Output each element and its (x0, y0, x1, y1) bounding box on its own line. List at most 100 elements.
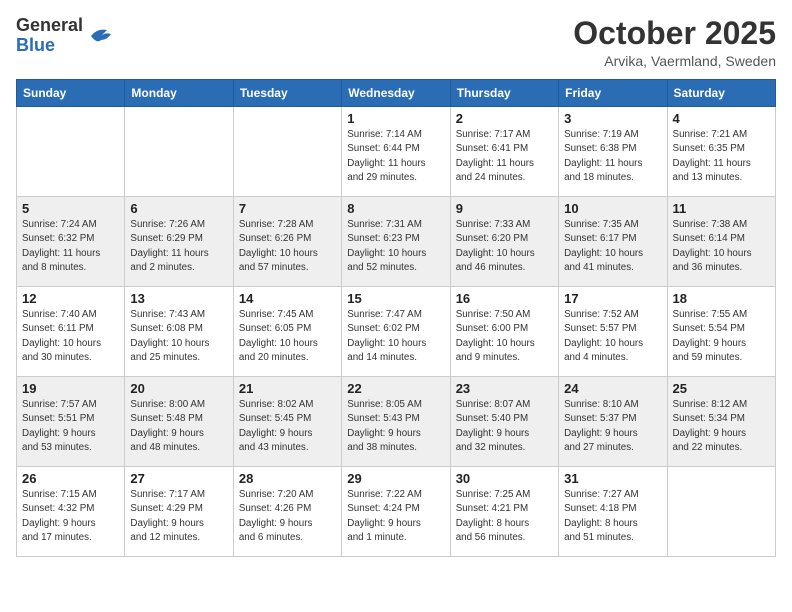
header-thursday: Thursday (450, 80, 558, 107)
day-number: 3 (564, 111, 661, 126)
day-info: Sunrise: 8:10 AM Sunset: 5:37 PM Dayligh… (564, 398, 661, 455)
day-info: Sunrise: 7:40 AM Sunset: 6:11 PM Dayligh… (22, 308, 119, 365)
day-info: Sunrise: 7:33 AM Sunset: 6:20 PM Dayligh… (456, 218, 553, 275)
day-info: Sunrise: 7:50 AM Sunset: 6:00 PM Dayligh… (456, 308, 553, 365)
calendar-cell: 23 Sunrise: 8:07 AM Sunset: 5:40 PM Dayli… (450, 377, 558, 467)
day-number: 16 (456, 291, 553, 306)
day-number: 13 (130, 291, 227, 306)
calendar-cell: 31Sunrise: 7:27 AM Sunset: 4:18 PM Dayli… (559, 467, 667, 557)
day-number: 1 (347, 111, 444, 126)
day-info: Sunrise: 7:28 AM Sunset: 6:26 PM Dayligh… (239, 218, 336, 275)
day-info: Sunrise: 7:17 AM Sunset: 6:41 PM Dayligh… (456, 128, 553, 185)
day-number: 5 (22, 201, 119, 216)
calendar-cell: 11 Sunrise: 7:38 AM Sunset: 6:14 PM Dayli… (667, 197, 775, 287)
day-number: 19 (22, 381, 119, 396)
day-number: 24 (564, 381, 661, 396)
day-number: 12 (22, 291, 119, 306)
calendar-cell: 13 Sunrise: 7:43 AM Sunset: 6:08 PM Dayli… (125, 287, 233, 377)
logo-general-text: General (16, 15, 83, 35)
day-number: 21 (239, 381, 336, 396)
calendar-cell: 8 Sunrise: 7:31 AM Sunset: 6:23 PM Daylig… (342, 197, 450, 287)
day-number: 7 (239, 201, 336, 216)
day-info: Sunrise: 7:22 AM Sunset: 4:24 PM Dayligh… (347, 488, 444, 545)
calendar-cell: 20Sunrise: 8:00 AM Sunset: 5:48 PM Dayli… (125, 377, 233, 467)
day-info: Sunrise: 7:31 AM Sunset: 6:23 PM Dayligh… (347, 218, 444, 275)
header-tuesday: Tuesday (233, 80, 341, 107)
calendar-week-row: 26Sunrise: 7:15 AM Sunset: 4:32 PM Dayli… (17, 467, 776, 557)
calendar-cell: 29 Sunrise: 7:22 AM Sunset: 4:24 PM Dayli… (342, 467, 450, 557)
day-info: Sunrise: 7:55 AM Sunset: 5:54 PM Dayligh… (673, 308, 770, 365)
header-friday: Friday (559, 80, 667, 107)
day-number: 6 (130, 201, 227, 216)
day-number: 26 (22, 471, 119, 486)
day-info: Sunrise: 7:52 AM Sunset: 5:57 PM Dayligh… (564, 308, 661, 365)
day-info: Sunrise: 8:02 AM Sunset: 5:45 PM Dayligh… (239, 398, 336, 455)
calendar-cell: 7 Sunrise: 7:28 AM Sunset: 6:26 PM Daylig… (233, 197, 341, 287)
day-number: 15 (347, 291, 444, 306)
logo: General Blue (16, 16, 115, 56)
calendar-cell: 3 Sunrise: 7:19 AM Sunset: 6:38 PM Daylig… (559, 107, 667, 197)
day-info: Sunrise: 7:19 AM Sunset: 6:38 PM Dayligh… (564, 128, 661, 185)
calendar-cell: 28Sunrise: 7:20 AM Sunset: 4:26 PM Dayli… (233, 467, 341, 557)
calendar-cell (667, 467, 775, 557)
logo-bird-icon (87, 26, 115, 46)
day-info: Sunrise: 7:24 AM Sunset: 6:32 PM Dayligh… (22, 218, 119, 275)
calendar-cell: 15Sunrise: 7:47 AM Sunset: 6:02 PM Dayli… (342, 287, 450, 377)
calendar-week-row: 12 Sunrise: 7:40 AM Sunset: 6:11 PM Dayli… (17, 287, 776, 377)
day-number: 22 (347, 381, 444, 396)
calendar-cell: 30 Sunrise: 7:25 AM Sunset: 4:21 PM Dayli… (450, 467, 558, 557)
day-number: 29 (347, 471, 444, 486)
day-info: Sunrise: 7:57 AM Sunset: 5:51 PM Dayligh… (22, 398, 119, 455)
calendar-cell: 22 Sunrise: 8:05 AM Sunset: 5:43 PM Dayli… (342, 377, 450, 467)
day-number: 9 (456, 201, 553, 216)
calendar-title: October 2025 (573, 16, 776, 51)
day-number: 8 (347, 201, 444, 216)
calendar-cell: 18 Sunrise: 7:55 AM Sunset: 5:54 PM Dayli… (667, 287, 775, 377)
day-info: Sunrise: 7:45 AM Sunset: 6:05 PM Dayligh… (239, 308, 336, 365)
calendar-cell: 9 Sunrise: 7:33 AM Sunset: 6:20 PM Daylig… (450, 197, 558, 287)
day-number: 31 (564, 471, 661, 486)
title-block: October 2025 Arvika, Vaermland, Sweden (573, 16, 776, 69)
calendar-cell: 17 Sunrise: 7:52 AM Sunset: 5:57 PM Dayli… (559, 287, 667, 377)
day-number: 23 (456, 381, 553, 396)
calendar-cell: 14 Sunrise: 7:45 AM Sunset: 6:05 PM Dayli… (233, 287, 341, 377)
day-number: 14 (239, 291, 336, 306)
calendar-cell: 19 Sunrise: 7:57 AM Sunset: 5:51 PM Dayli… (17, 377, 125, 467)
day-number: 27 (130, 471, 227, 486)
day-number: 11 (673, 201, 770, 216)
day-info: Sunrise: 8:05 AM Sunset: 5:43 PM Dayligh… (347, 398, 444, 455)
day-info: Sunrise: 7:38 AM Sunset: 6:14 PM Dayligh… (673, 218, 770, 275)
day-info: Sunrise: 8:07 AM Sunset: 5:40 PM Dayligh… (456, 398, 553, 455)
calendar-cell: 21 Sunrise: 8:02 AM Sunset: 5:45 PM Dayli… (233, 377, 341, 467)
day-number: 4 (673, 111, 770, 126)
calendar-week-row: 5 Sunrise: 7:24 AM Sunset: 6:32 PM Daylig… (17, 197, 776, 287)
day-number: 2 (456, 111, 553, 126)
day-info: Sunrise: 7:43 AM Sunset: 6:08 PM Dayligh… (130, 308, 227, 365)
day-info: Sunrise: 8:00 AM Sunset: 5:48 PM Dayligh… (130, 398, 227, 455)
calendar-cell: 24 Sunrise: 8:10 AM Sunset: 5:37 PM Dayli… (559, 377, 667, 467)
day-info: Sunrise: 7:25 AM Sunset: 4:21 PM Dayligh… (456, 488, 553, 545)
calendar-table: Sunday Monday Tuesday Wednesday Thursday… (16, 79, 776, 557)
calendar-cell: 10Sunrise: 7:35 AM Sunset: 6:17 PM Dayli… (559, 197, 667, 287)
day-number: 28 (239, 471, 336, 486)
calendar-cell: 4 Sunrise: 7:21 AM Sunset: 6:35 PM Daylig… (667, 107, 775, 197)
day-info: Sunrise: 8:12 AM Sunset: 5:34 PM Dayligh… (673, 398, 770, 455)
day-number: 25 (673, 381, 770, 396)
calendar-week-row: 19 Sunrise: 7:57 AM Sunset: 5:51 PM Dayli… (17, 377, 776, 467)
page-header: General Blue October 2025 Arvika, Vaerml… (16, 16, 776, 69)
header-sunday: Sunday (17, 80, 125, 107)
day-info: Sunrise: 7:14 AM Sunset: 6:44 PM Dayligh… (347, 128, 444, 185)
calendar-cell (233, 107, 341, 197)
calendar-cell: 26Sunrise: 7:15 AM Sunset: 4:32 PM Dayli… (17, 467, 125, 557)
day-number: 30 (456, 471, 553, 486)
day-info: Sunrise: 7:21 AM Sunset: 6:35 PM Dayligh… (673, 128, 770, 185)
calendar-cell: 5 Sunrise: 7:24 AM Sunset: 6:32 PM Daylig… (17, 197, 125, 287)
day-info: Sunrise: 7:26 AM Sunset: 6:29 PM Dayligh… (130, 218, 227, 275)
calendar-cell: 27 Sunrise: 7:17 AM Sunset: 4:29 PM Dayli… (125, 467, 233, 557)
calendar-cell: 25 Sunrise: 8:12 AM Sunset: 5:34 PM Dayli… (667, 377, 775, 467)
day-info: Sunrise: 7:17 AM Sunset: 4:29 PM Dayligh… (130, 488, 227, 545)
calendar-cell: 16 Sunrise: 7:50 AM Sunset: 6:00 PM Dayli… (450, 287, 558, 377)
day-number: 17 (564, 291, 661, 306)
day-number: 18 (673, 291, 770, 306)
day-info: Sunrise: 7:35 AM Sunset: 6:17 PM Dayligh… (564, 218, 661, 275)
